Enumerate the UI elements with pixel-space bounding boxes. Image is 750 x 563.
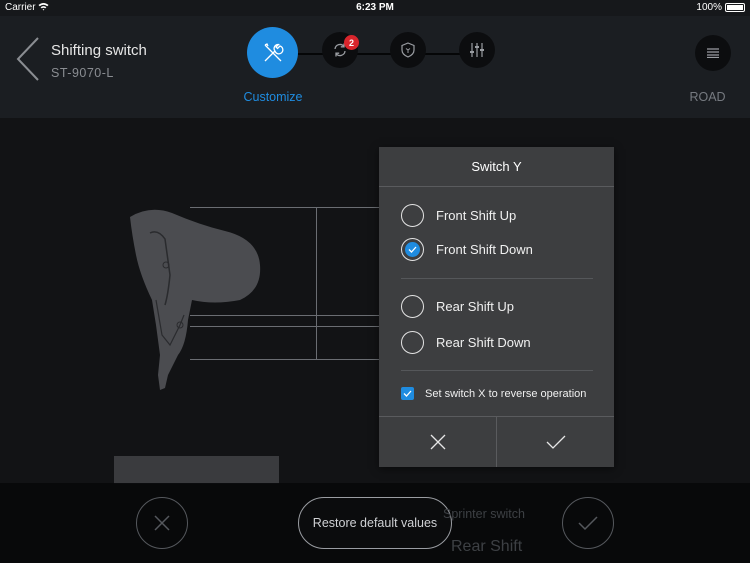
cancel-all-button[interactable] [136,497,188,549]
option-rear-shift-down[interactable]: Rear Shift Down [401,330,531,354]
check-icon [546,435,565,449]
close-icon [430,434,445,450]
battery-icon [725,3,745,12]
confirm-all-button[interactable] [562,497,614,549]
header-bar: Shifting switch ST-9070-L 2 Customize RO… [0,16,750,118]
dialog-cancel-button[interactable] [379,417,496,467]
option-divider [401,370,593,371]
option-label: Front Shift Down [436,241,533,257]
mode-label: ROAD [689,90,726,104]
radio-button[interactable] [401,294,424,318]
lower-component-illustration [114,456,279,484]
page-title: Shifting switch [51,42,147,59]
close-icon [154,515,170,531]
dialog-title: Switch Y [379,147,614,187]
checkmark-icon [403,390,412,397]
rear-shift-label: Rear Shift [451,538,523,555]
connector-vertical [316,207,317,360]
chevron-left-icon [16,37,39,81]
mode-menu-button[interactable] [695,35,731,71]
notification-badge: 2 [344,35,359,50]
dialog-actions [379,416,614,467]
connector-line-x [190,207,380,316]
clock: 6:23 PM [356,2,394,13]
radio-button-selected[interactable] [401,237,424,261]
option-rear-shift-up[interactable]: Rear Shift Up [401,294,514,318]
radio-button[interactable] [401,203,424,227]
step-customize[interactable] [247,27,298,78]
steps-connector [272,53,478,55]
restore-defaults-button[interactable]: Restore default values [298,497,452,549]
shield-icon [401,42,415,58]
step-adjust[interactable] [459,32,495,68]
option-divider [401,278,593,279]
connector-line-y [190,326,380,360]
app-screen: Carrier 6:23 PM 100% Shifting switch ST-… [0,0,750,563]
option-front-shift-down[interactable]: Front Shift Down [401,237,533,261]
sprinter-switch-label: Sprinter switch [443,507,525,521]
reverse-label: Set switch X to reverse operation [425,387,587,400]
check-icon [578,516,598,531]
check-dot-icon [405,241,420,257]
option-front-shift-up[interactable]: Front Shift Up [401,203,516,227]
sliders-icon [470,43,484,57]
option-label: Rear Shift Down [436,334,531,350]
radio-button[interactable] [401,330,424,354]
step-protection[interactable] [390,32,426,68]
switch-y-dialog: Switch Y Front Shift Up Front Shift Down… [379,147,614,467]
option-label: Front Shift Up [436,207,517,223]
dialog-confirm-button[interactable] [496,417,614,467]
reverse-operation-row[interactable]: Set switch X to reverse operation [401,387,586,400]
menu-icon [707,48,719,58]
reverse-checkbox[interactable] [401,387,414,400]
back-button[interactable] [14,36,42,82]
step-label-customize: Customize [243,90,303,104]
tools-icon [264,42,283,61]
option-label: Rear Shift Up [436,298,515,314]
status-bar: Carrier 6:23 PM 100% [0,0,750,16]
battery-percent: 100% [696,2,722,13]
page-subtitle: ST-9070-L [51,66,114,80]
